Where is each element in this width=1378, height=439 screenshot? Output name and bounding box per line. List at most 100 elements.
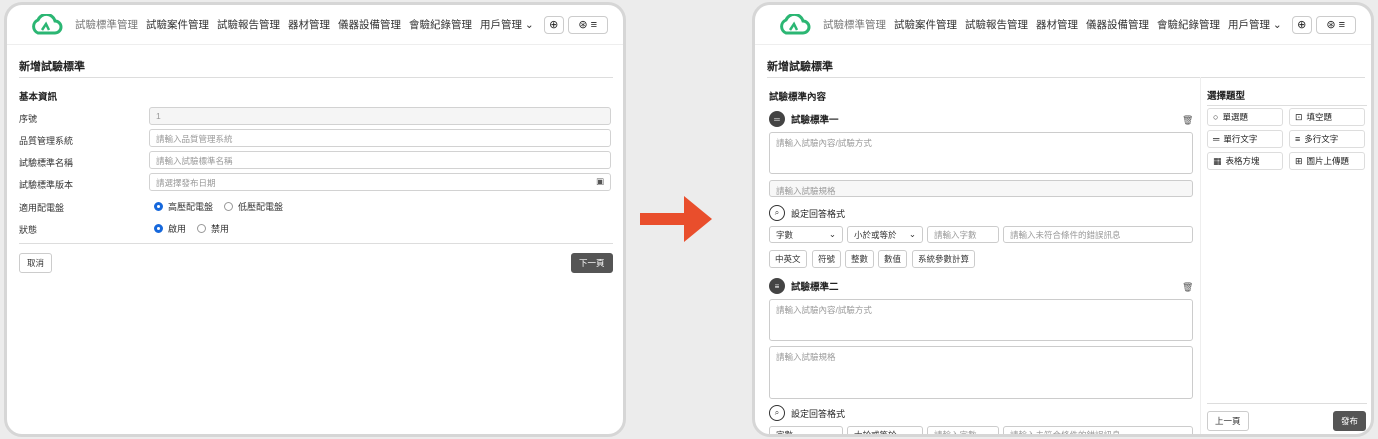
image-upload-icon: ⊞ [1295, 155, 1303, 166]
radio-high-voltage[interactable]: 高壓配電盤 [154, 200, 213, 213]
standard-name-input[interactable]: 請輸入試驗標準名稱 [149, 151, 611, 169]
short-text-icon: ═ [1213, 134, 1220, 144]
operator-select-2[interactable]: 大於或等於 ⌄ [847, 426, 923, 434]
version-date-input[interactable]: 請選擇發布日期 ▣ [149, 173, 611, 191]
radio-icon: ○ [1213, 112, 1219, 122]
nav-test-case[interactable]: 試驗案件管理 [146, 17, 209, 32]
qtype-label: 單選題 [1222, 112, 1248, 122]
cancel-button[interactable]: 取消 [19, 253, 53, 273]
error-message-input-1[interactable]: 請輸入未符合條件的錯誤訊息 [1003, 226, 1193, 243]
standard-block-2-header: ≡ 試驗標準二 [769, 278, 839, 294]
section-title: 基本資訊 [19, 92, 58, 103]
form-page-content: 試驗標準管理 試驗案件管理 試驗報告管理 器材管理 儀器設備管理 會驗紀錄管理 … [752, 2, 1374, 437]
nav-test-standard[interactable]: 試驗標準管理 [823, 17, 886, 32]
prev-page-button[interactable]: 上一頁 [1207, 411, 1249, 431]
answer-format-toggle-2[interactable]: ⌕ 設定回答格式 [769, 405, 845, 421]
type-select-1[interactable]: 字數 ⌄ [769, 226, 843, 243]
radio-unchecked-icon [224, 202, 233, 211]
nav-test-report[interactable]: 試驗報告管理 [965, 17, 1028, 32]
spec-input-1[interactable]: 請輸入試驗規格 [769, 180, 1193, 197]
nav-user-label: 用戶管理 [1228, 19, 1270, 31]
nav-user-menu[interactable]: 用戶管理 ⌄ [480, 17, 534, 32]
radio-low-voltage[interactable]: 低壓配電盤 [224, 200, 283, 213]
qtype-single-line[interactable]: ═ 單行文字 [1207, 130, 1283, 148]
field-label-qms: 品質管理系統 [19, 136, 74, 146]
multi-line-text-icon: ≡ [1295, 134, 1301, 144]
chat-icon: ⌕ [769, 205, 785, 221]
radio-label: 低壓配電盤 [238, 202, 284, 212]
divider [19, 243, 613, 244]
chat-icon: ⌕ [769, 405, 785, 421]
globe-icon[interactable]: ⊕ [1291, 15, 1312, 34]
short-text-icon: ═ [769, 111, 785, 127]
spec-textarea-2[interactable]: 請輸入試驗規格 [769, 346, 1193, 399]
logo-cloud-icon[interactable] [29, 13, 63, 36]
qtype-multi-line[interactable]: ≡ 多行文字 [1289, 130, 1365, 148]
user-menu-button[interactable]: ⊛ ≡ [567, 15, 608, 34]
type-select-2[interactable]: 字數 ⌄ [769, 426, 843, 434]
answer-format-label: 設定回答格式 [791, 208, 846, 219]
form-page-basic-info: 試驗標準管理 試驗案件管理 試驗報告管理 器材管理 儀器設備管理 會驗紀錄管理 … [4, 2, 626, 437]
char-count-input-2[interactable]: 請輸入字數 [927, 426, 999, 434]
radio-checked-icon [154, 202, 163, 211]
nav-instrument[interactable]: 儀器設備管理 [338, 17, 401, 32]
chip-number[interactable]: 數值 [878, 250, 908, 268]
qtype-label: 單行文字 [1223, 134, 1258, 144]
qtype-label: 圖片上傳題 [1306, 156, 1350, 166]
answer-format-label: 設定回答格式 [791, 408, 846, 419]
chip-symbol[interactable]: 符號 [812, 250, 842, 268]
answer-format-toggle-1[interactable]: ⌕ 設定回答格式 [769, 205, 845, 221]
logo-cloud-icon[interactable] [777, 13, 811, 36]
publish-button[interactable]: 發布 [1333, 411, 1367, 431]
panel-divider [1200, 77, 1201, 434]
chip-system-param[interactable]: 系統參數計算 [912, 250, 976, 268]
qtype-fill-blank[interactable]: ⊡ 填空題 [1289, 108, 1365, 126]
globe-icon[interactable]: ⊕ [543, 15, 564, 34]
nav-equipment[interactable]: 器材管理 [288, 17, 330, 32]
block-title: 試驗標準一 [791, 115, 839, 126]
error-message-input-2[interactable]: 請輸入未符合條件的錯誤訊息 [1003, 426, 1193, 434]
field-label-panel: 適用配電盤 [19, 203, 65, 213]
content-textarea-1[interactable]: 請輸入試驗內容/試驗方式 [769, 132, 1193, 174]
standard-block-1-header: ═ 試驗標準一 [769, 111, 839, 127]
qtype-table-grid[interactable]: ▦ 表格方塊 [1207, 152, 1283, 170]
radio-label: 啟用 [168, 224, 187, 234]
trash-icon[interactable]: 🗑 [1182, 115, 1193, 126]
nav-equipment[interactable]: 器材管理 [1036, 17, 1078, 32]
qtype-single-choice[interactable]: ○ 單選題 [1207, 108, 1283, 126]
field-label-version: 試驗標準版本 [19, 180, 74, 190]
qtype-label: 表格方塊 [1225, 156, 1260, 166]
content-textarea-2[interactable]: 請輸入試驗內容/試驗方式 [769, 299, 1193, 341]
grid-icon: ▦ [1213, 155, 1222, 166]
next-page-button[interactable]: 下一頁 [571, 253, 613, 273]
user-circle-icon: ⊛ [1326, 19, 1336, 31]
qtype-image-upload[interactable]: ⊞ 圖片上傳題 [1289, 152, 1365, 170]
trash-icon[interactable]: 🗑 [1182, 282, 1193, 293]
nav-test-case[interactable]: 試驗案件管理 [894, 17, 957, 32]
block-title: 試驗標準二 [791, 282, 839, 293]
radio-checked-icon [154, 224, 163, 233]
qms-input[interactable]: 請輸入品質管理系統 [149, 129, 611, 147]
version-date-placeholder: 請選擇發布日期 [156, 178, 216, 188]
radio-disabled[interactable]: 禁用 [197, 222, 229, 235]
select-value: 小於或等於 [854, 229, 897, 240]
nav-inspection-record[interactable]: 會驗紀錄管理 [1157, 17, 1220, 32]
nav-user-menu[interactable]: 用戶管理 ⌄ [1228, 17, 1282, 32]
content-section-title: 試驗標準內容 [769, 92, 827, 103]
user-menu-button[interactable]: ⊛ ≡ [1315, 15, 1356, 34]
nav-test-standard[interactable]: 試驗標準管理 [75, 17, 138, 32]
top-nav: 試驗標準管理 試驗案件管理 試驗報告管理 器材管理 儀器設備管理 會驗紀錄管理 … [7, 5, 623, 45]
qtype-label: 填空題 [1306, 112, 1333, 122]
radio-enabled[interactable]: 啟用 [154, 222, 186, 235]
nav-test-report[interactable]: 試驗報告管理 [217, 17, 280, 32]
nav-user-label: 用戶管理 [480, 19, 522, 31]
char-count-input-1[interactable]: 請輸入字數 [927, 226, 999, 243]
nav-instrument[interactable]: 儀器設備管理 [1086, 17, 1149, 32]
divider [1207, 105, 1367, 106]
nav-inspection-record[interactable]: 會驗紀錄管理 [409, 17, 472, 32]
chip-alnum[interactable]: 中英文 [769, 250, 807, 268]
chip-integer[interactable]: 整數 [845, 250, 875, 268]
text-box-icon: ⊡ [1295, 111, 1303, 122]
operator-select-1[interactable]: 小於或等於 ⌄ [847, 226, 923, 243]
chevron-down-icon: ⌄ [908, 229, 916, 239]
